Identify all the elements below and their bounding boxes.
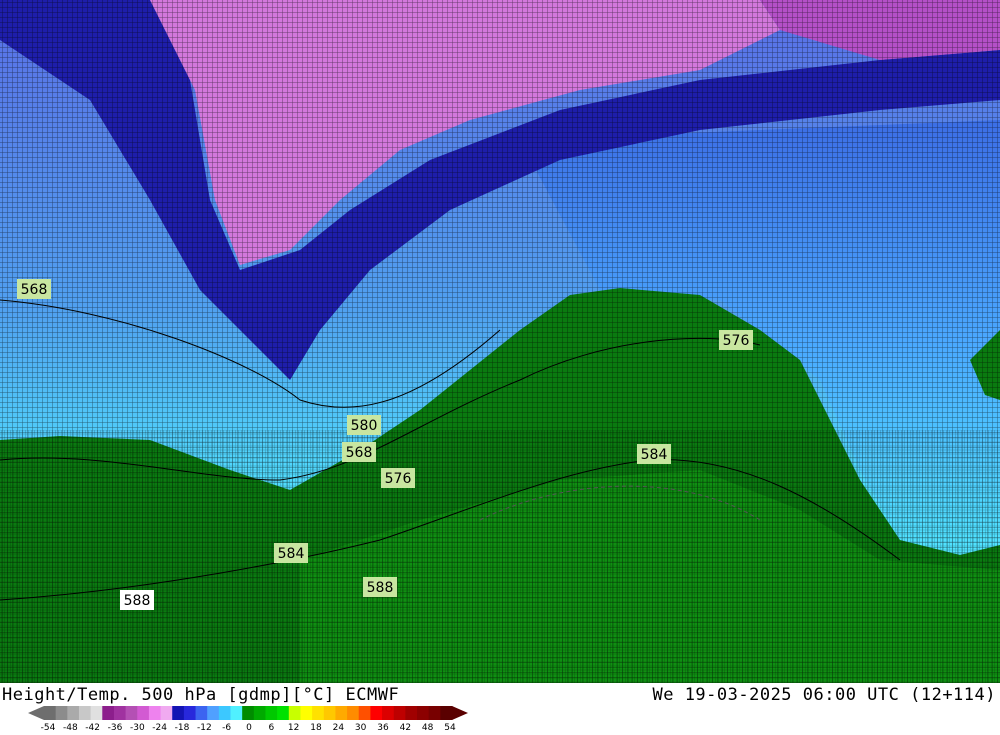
contour-label: 576 xyxy=(719,330,753,350)
legend-tick-label: -18 xyxy=(174,723,190,733)
legend-swatch xyxy=(300,706,313,720)
legend-swatch xyxy=(265,706,278,720)
legend-swatch xyxy=(405,706,418,720)
color-legend xyxy=(28,706,468,720)
legend-tick-label: -36 xyxy=(107,723,123,733)
legend-swatch xyxy=(277,706,290,720)
map-footer: Height/Temp. 500 hPa [gdmp][°C] ECMWF We… xyxy=(0,683,1000,733)
legend-swatch xyxy=(172,706,185,720)
legend-swatch xyxy=(428,706,441,720)
legend-swatch xyxy=(288,706,301,720)
legend-tick-label: 6 xyxy=(268,723,275,733)
svg-text:568: 568 xyxy=(21,282,48,298)
legend-swatch xyxy=(393,706,406,720)
legend-swatch xyxy=(113,706,127,720)
legend-tick-label: -6 xyxy=(222,723,232,733)
legend-swatch xyxy=(382,706,395,720)
svg-text:576: 576 xyxy=(385,471,412,487)
legend-swatch xyxy=(148,706,162,720)
map-canvas: 568 576 580 568 576 584 584 588 588 xyxy=(0,0,1000,683)
legend-tick-label: 0 xyxy=(246,723,252,733)
map-title: Height/Temp. 500 hPa [gdmp][°C] ECMWF xyxy=(2,685,400,705)
contour-label: 588 xyxy=(120,590,154,610)
legend-swatch xyxy=(90,706,103,720)
contour-label: 588 xyxy=(363,577,397,597)
contour-label: 576 xyxy=(381,468,415,488)
legend-swatch xyxy=(137,706,150,720)
legend-swatch xyxy=(312,706,325,720)
legend-swatch xyxy=(67,706,80,720)
legend-tick-label: 18 xyxy=(310,723,322,733)
legend-swatch xyxy=(358,706,371,720)
legend-tick-label: -24 xyxy=(152,723,168,733)
legend-swatch xyxy=(78,706,92,720)
svg-text:576: 576 xyxy=(723,333,750,349)
legend-tick-label: 54 xyxy=(444,723,456,733)
legend-tick-label: 24 xyxy=(332,723,345,733)
contour-label: 584 xyxy=(637,444,671,464)
svg-text:584: 584 xyxy=(278,546,305,562)
contour-label: 584 xyxy=(274,543,308,563)
legend-swatch xyxy=(44,706,57,720)
legend-swatch xyxy=(323,706,336,720)
legend-swatch xyxy=(183,706,197,720)
legend-ticks: -54 -48 -42 -36 -30 -24 -18 -12 -6 0 6 12 18 24 30 36 42… xyxy=(0,723,1000,735)
legend-swatch xyxy=(335,706,348,720)
legend-swatch xyxy=(125,706,138,720)
legend-swatch xyxy=(253,706,266,720)
legend-tick-label: 30 xyxy=(354,723,367,733)
legend-tick-label: 12 xyxy=(287,723,300,733)
legend-tick-label: -12 xyxy=(196,723,212,733)
svg-text:584: 584 xyxy=(641,447,668,463)
legend-swatch xyxy=(218,706,232,720)
legend-swatch xyxy=(230,706,243,720)
legend-swatch xyxy=(347,706,360,720)
contour-label: 580 xyxy=(347,415,381,435)
legend-arrow-left xyxy=(28,706,44,720)
legend-swatch xyxy=(440,706,453,720)
weather-map: 568 576 580 568 576 584 584 588 588 xyxy=(0,0,1000,683)
legend-tick-label: 48 xyxy=(421,723,434,733)
svg-text:568: 568 xyxy=(346,445,373,461)
legend-arrow-right xyxy=(452,706,468,720)
legend-tick-label: 36 xyxy=(377,723,389,733)
wind-barb-overlay-dense xyxy=(0,430,1000,683)
legend-swatch xyxy=(417,706,430,720)
legend-tick-label: -30 xyxy=(129,723,145,733)
legend-tick-label: 42 xyxy=(399,723,412,733)
svg-text:580: 580 xyxy=(351,418,378,434)
legend-tick-label: -48 xyxy=(62,723,78,733)
legend-swatch xyxy=(102,706,115,720)
legend-tick-label: -54 xyxy=(40,723,56,733)
legend-swatch xyxy=(207,706,220,720)
legend-swatch xyxy=(55,706,68,720)
valid-time: We 19-03-2025 06:00 UTC (12+114) xyxy=(652,685,996,705)
legend-swatch xyxy=(242,706,255,720)
legend-tick-label: -42 xyxy=(85,723,101,733)
contour-label: 568 xyxy=(342,442,376,462)
svg-text:588: 588 xyxy=(367,580,394,596)
contour-label: 568 xyxy=(17,279,51,299)
legend-swatch xyxy=(370,706,383,720)
svg-text:588: 588 xyxy=(124,593,151,609)
legend-swatch xyxy=(160,706,173,720)
legend-swatch xyxy=(195,706,208,720)
